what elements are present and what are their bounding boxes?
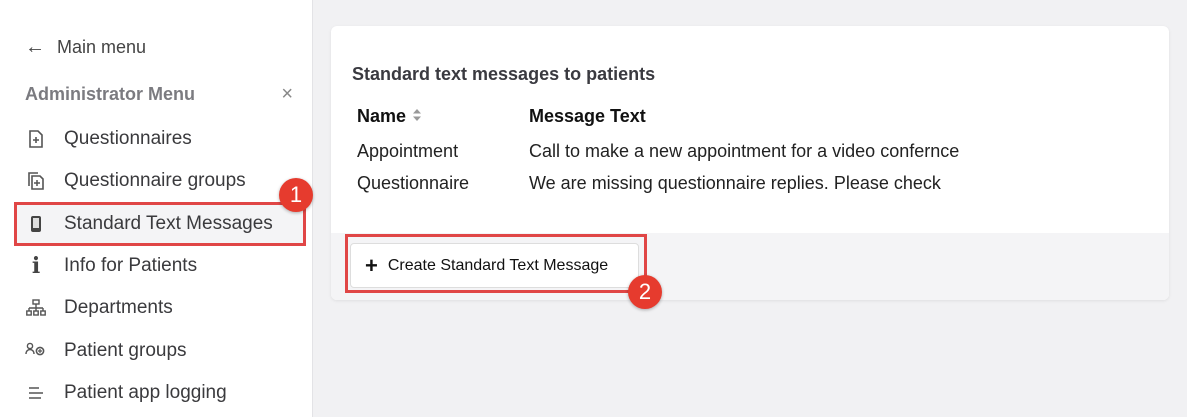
- sidebar-item-label: Standard Text Messages: [64, 213, 273, 234]
- list-icon: [24, 381, 48, 405]
- sitemap-icon: [24, 296, 48, 320]
- sidebar-item-label: Questionnaires: [64, 128, 192, 149]
- table-cell-message[interactable]: We are missing questionnaire replies. Pl…: [529, 173, 941, 194]
- mobile-icon: [24, 212, 48, 236]
- sidebar-item-label: Questionnaire groups: [64, 170, 246, 191]
- create-standard-text-message-button[interactable]: + Create Standard Text Message: [350, 243, 639, 288]
- create-button-label: Create Standard Text Message: [387, 256, 609, 274]
- menu-header: Administrator Menu ×: [25, 82, 295, 106]
- files-icon: [24, 169, 48, 193]
- sort-icon[interactable]: [412, 106, 422, 127]
- sidebar-item-questionnaires[interactable]: Questionnaires: [14, 119, 306, 159]
- column-header-name[interactable]: Name: [357, 106, 422, 127]
- sidebar-item-departments[interactable]: Departments: [14, 288, 306, 328]
- page-title: Standard text messages to patients: [352, 64, 656, 84]
- sidebar: ← Main menu Administrator Menu × Questio…: [0, 0, 313, 417]
- main-menu-label: Main menu: [57, 36, 147, 57]
- plus-icon: +: [365, 252, 378, 278]
- annotation-badge-2: 2: [628, 275, 662, 309]
- sidebar-item-label: Patient app logging: [64, 382, 227, 403]
- sidebar-item-info-for-patients[interactable]: i Info for Patients: [14, 246, 306, 286]
- column-header-name-label: Name: [357, 106, 407, 126]
- sidebar-item-questionnaire-groups[interactable]: Questionnaire groups: [14, 161, 306, 201]
- users-icon: [24, 339, 48, 363]
- table-cell-message[interactable]: Call to make a new appointment for a vid…: [529, 141, 959, 162]
- sidebar-item-patient-groups[interactable]: Patient groups: [14, 331, 306, 371]
- annotation-badge-1: 1: [279, 178, 313, 212]
- arrow-left-icon: ←: [25, 36, 45, 58]
- menu-title: Administrator Menu: [25, 83, 196, 104]
- file-plus-icon: [24, 127, 48, 151]
- close-icon[interactable]: ×: [281, 83, 293, 106]
- sidebar-item-patient-app-logging[interactable]: Patient app logging: [14, 373, 306, 413]
- sidebar-item-label: Departments: [64, 297, 173, 318]
- main-menu-link[interactable]: ← Main menu: [25, 36, 146, 58]
- table-cell-name[interactable]: Appointment: [357, 141, 458, 162]
- info-icon: i: [31, 253, 41, 279]
- table-cell-name[interactable]: Questionnaire: [357, 173, 469, 194]
- sidebar-item-standard-text-messages[interactable]: Standard Text Messages: [14, 202, 306, 246]
- messages-card: Standard text messages to patients Name …: [331, 26, 1169, 300]
- sidebar-item-label: Patient groups: [64, 340, 187, 361]
- column-header-message: Message Text: [529, 106, 646, 126]
- sidebar-item-label: Info for Patients: [64, 255, 198, 276]
